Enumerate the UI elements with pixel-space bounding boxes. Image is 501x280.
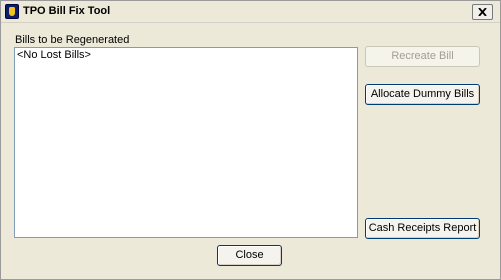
recreate-bill-button[interactable]: Recreate Bill (365, 46, 480, 67)
bills-list-label: Bills to be Regenerated (15, 34, 130, 46)
bills-to-regenerate-list[interactable]: <No Lost Bills> (14, 47, 358, 238)
window-title: TPO Bill Fix Tool (23, 5, 111, 17)
allocate-dummy-bills-button[interactable]: Allocate Dummy Bills (365, 84, 480, 105)
close-window-button[interactable] (472, 4, 493, 20)
cash-receipts-report-button[interactable]: Cash Receipts Report (365, 218, 480, 239)
bill-fix-tool-window: TPO Bill Fix Tool Bills to be Regenerate… (0, 0, 501, 280)
app-icon[interactable] (5, 4, 19, 19)
list-item[interactable]: <No Lost Bills> (17, 49, 91, 61)
close-button[interactable]: Close (217, 245, 282, 266)
title-bar[interactable]: TPO Bill Fix Tool (1, 1, 500, 23)
